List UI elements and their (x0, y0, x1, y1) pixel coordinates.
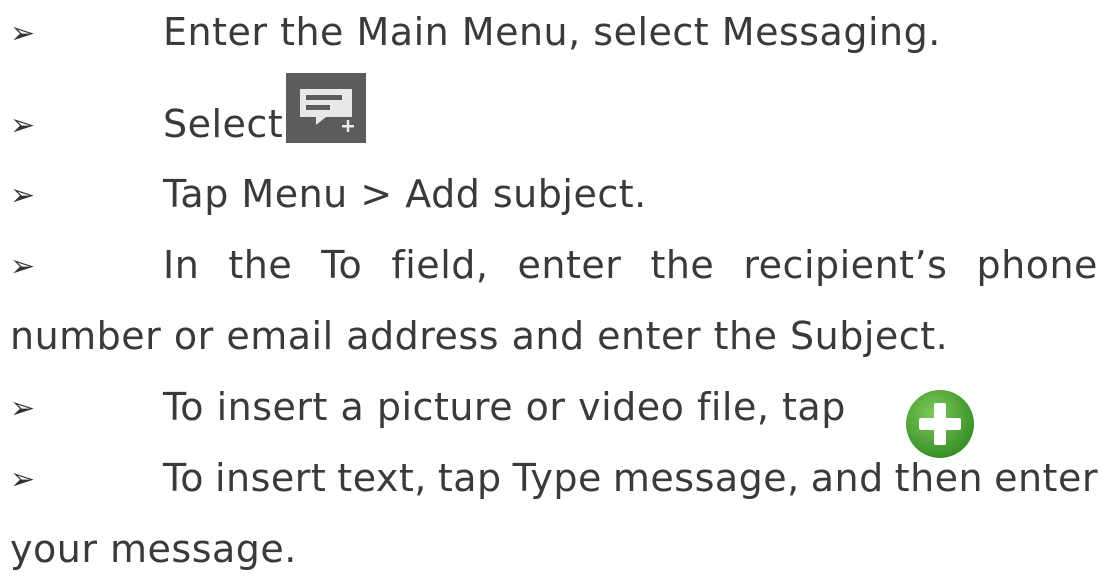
step-6-continuation: your message. (0, 527, 1110, 577)
step-5-text: To insert a picture or video file, tap (163, 385, 846, 429)
word: message, (612, 456, 800, 500)
step-6: ➢ To insert text, tap Type message, and … (0, 456, 1110, 506)
word: phone (976, 243, 1098, 287)
step-2-text: Select. (163, 102, 296, 146)
bullet-arrow-icon: ➢ (10, 462, 36, 497)
bullet-arrow-icon: ➢ (10, 178, 36, 213)
bullet-arrow-icon: ➢ (10, 249, 36, 284)
bullet-arrow-icon: ➢ (10, 108, 36, 143)
word: field, (391, 243, 489, 287)
word: To (321, 243, 363, 287)
word: To (163, 456, 205, 500)
step-4-continuation: number or email address and enter the Su… (0, 314, 1110, 364)
word: Type (512, 456, 602, 500)
step-3-text: Tap Menu > Add subject. (163, 172, 647, 216)
step-1: ➢ Enter the Main Menu, select Messaging. (0, 10, 1110, 60)
step-2: ➢ Select. (0, 102, 1110, 152)
compose-new-message-icon (286, 73, 366, 143)
word: enter (994, 456, 1098, 500)
green-plus-icon (906, 390, 974, 458)
word: tap (437, 456, 502, 500)
word: then (894, 456, 984, 500)
step-6-continuation-text: your message. (10, 527, 297, 571)
bullet-arrow-icon: ➢ (10, 391, 36, 426)
step-4: ➢ In the To field, enter the recipient’s… (0, 243, 1110, 293)
word: enter (517, 243, 622, 287)
word: the (228, 243, 293, 287)
step-3: ➢ Tap Menu > Add subject. (0, 172, 1110, 222)
word: and (810, 456, 884, 500)
word: insert (214, 456, 327, 500)
word: the (650, 243, 715, 287)
step-6-text: To insert text, tap Type message, and th… (163, 456, 1098, 500)
step-1-text: Enter the Main Menu, select Messaging. (163, 10, 941, 54)
bullet-arrow-icon: ➢ (10, 16, 36, 51)
word: recipient’s (743, 243, 948, 287)
word: text, (337, 456, 427, 500)
step-4-continuation-text: number or email address and enter the Su… (10, 314, 949, 358)
step-4-text: In the To field, enter the recipient’s p… (163, 243, 1098, 287)
word: In (163, 243, 200, 287)
